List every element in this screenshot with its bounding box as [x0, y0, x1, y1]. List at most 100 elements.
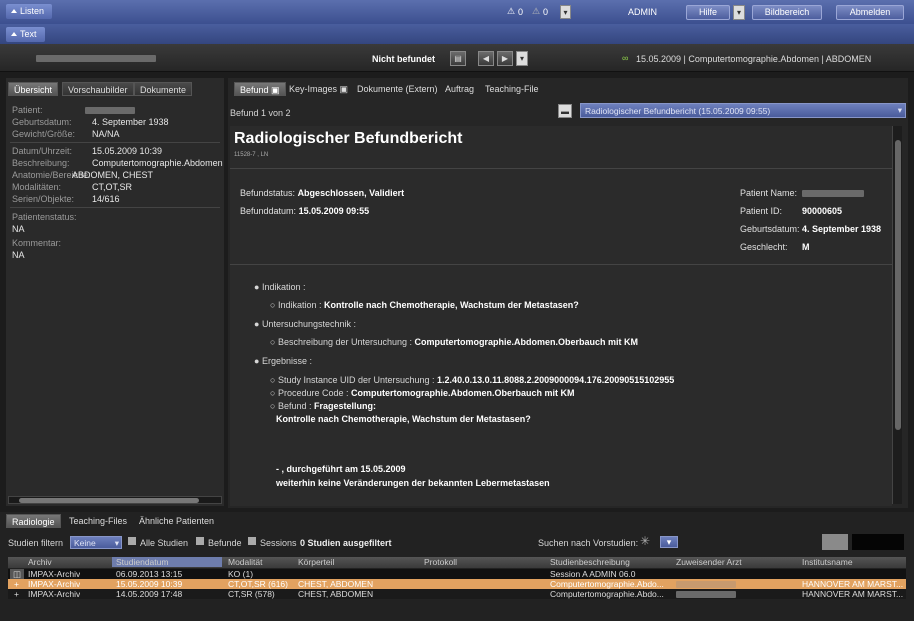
session-icon: ◫	[10, 569, 24, 579]
sex-label: Geschlecht:	[740, 242, 788, 252]
report-title: Radiologischer Befundbericht	[234, 130, 463, 147]
loading-icon: ✳	[640, 534, 651, 548]
expand-icon[interactable]: +	[14, 589, 19, 599]
search-prior-dropdown[interactable]: ▾	[660, 536, 678, 548]
tab-documents[interactable]: Dokumente	[134, 82, 193, 96]
field-label: Modalitäten:	[12, 182, 62, 192]
report-select[interactable]: Radiologischer Befundbericht (15.05.2009…	[580, 103, 906, 118]
section-label: Indikation :	[261, 282, 306, 292]
column-header[interactable]: Protokoll	[424, 557, 457, 567]
item-label: Befund :	[277, 401, 312, 411]
tab-similar-patients[interactable]: Ähnliche Patienten	[134, 514, 219, 528]
field-value: CT,OT,SR	[92, 182, 133, 192]
tab-report[interactable]: Befund ▣	[234, 82, 286, 96]
patient-id-value: 90000605	[802, 206, 843, 216]
field-label: Datum/Uhrzeit:	[12, 146, 73, 156]
help-dropdown-button[interactable]: ▾	[733, 5, 745, 20]
reports-checkbox[interactable]	[196, 537, 204, 545]
cell-modality: CT,OT,SR (616)	[228, 579, 288, 589]
cell-modality: CT,SR (578)	[228, 589, 275, 599]
text-tab[interactable]: Text	[6, 27, 45, 42]
alert-count-1: 0	[518, 7, 524, 17]
tab-key-images[interactable]: Key-Images ▣	[284, 82, 353, 96]
all-studies-checkbox[interactable]	[128, 537, 136, 545]
results-finding-text: Kontrolle nach Chemotherapie, Wachstum d…	[276, 414, 531, 424]
table-row[interactable]: + IMPAX-Archiv 15.05.2009 10:39 CT,OT,SR…	[8, 579, 906, 589]
nav-dropdown-button[interactable]: ▾	[516, 51, 528, 66]
horizontal-scrollbar[interactable]	[8, 496, 222, 504]
comment-label: Kommentar:	[12, 238, 62, 248]
patient-row: Patient:	[12, 105, 136, 116]
field-label: Patient:	[12, 105, 43, 115]
patient-sex: Geschlecht: M	[740, 242, 810, 252]
report-select-value: Radiologischer Befundbericht (15.05.2009…	[585, 106, 771, 116]
field-value: Computertomographie.Abdomen	[92, 158, 223, 168]
report-state: Nicht befundet	[372, 54, 435, 64]
column-header[interactable]: Institutsname	[802, 557, 853, 567]
tab-external-documents[interactable]: Dokumente (Extern)	[352, 82, 443, 96]
field-value: 15.05.2009 10:39	[92, 146, 163, 156]
field-value: 14/616	[92, 194, 120, 204]
warning-icon[interactable]: ⚠	[532, 6, 540, 17]
tab-order[interactable]: Auftrag	[440, 82, 479, 96]
column-header[interactable]: Zuweisender Arzt	[676, 557, 742, 567]
finding-summary: weiterhin keine Veränderungen der bekann…	[276, 478, 550, 488]
study-info: 15.05.2009 | Computertomographie.Abdomen…	[636, 54, 872, 64]
expand-icon[interactable]: +	[14, 579, 19, 589]
sessions-checkbox[interactable]	[248, 537, 256, 545]
tab-thumbnails[interactable]: Vorschaubilder	[62, 82, 134, 96]
series-row: Serien/Objekte: 14/616	[12, 194, 120, 205]
column-header[interactable]: Studienbeschreibung	[550, 557, 630, 567]
column-header[interactable]: Modalität	[228, 557, 263, 567]
patient-id-label: Patient ID:	[740, 206, 783, 216]
document-icon[interactable]: ▤	[450, 51, 466, 66]
logout-button[interactable]: Abmelden	[836, 5, 904, 20]
image-area-button[interactable]: Bildbereich	[752, 5, 822, 20]
column-header[interactable]: Körperteil	[298, 557, 334, 567]
tab-key-images-label: Key-Images	[289, 84, 338, 94]
patient-status-value: NA	[12, 224, 25, 234]
tab-radiology[interactable]: Radiologie	[6, 514, 61, 528]
filter-select[interactable]: Keine ▾	[70, 536, 122, 549]
tab-report-label: Befund	[240, 85, 269, 95]
tab-teaching-file[interactable]: Teaching-File	[480, 82, 544, 96]
report-pager: Befund 1 von 2	[230, 108, 291, 118]
cell-archive: IMPAX-Archiv	[28, 579, 81, 589]
field-label: Gewicht/Größe:	[12, 129, 76, 139]
item-value: Kontrolle nach Chemotherapie, Wachstum d…	[323, 300, 579, 310]
tab-teaching-files[interactable]: Teaching-Files	[64, 514, 132, 528]
text-tab-label: Text	[20, 29, 37, 39]
field-label: Beschreibung:	[12, 158, 70, 168]
field-value: NA/NA	[92, 129, 120, 139]
item-value: Fragestellung:	[313, 401, 376, 411]
reports-label: Befunde	[208, 538, 242, 548]
cell-institution: HANNOVER AM MARST...	[802, 589, 904, 599]
next-button[interactable]: ▶	[497, 51, 513, 66]
table-row[interactable]: + IMPAX-Archiv 14.05.2009 17:48 CT,SR (5…	[8, 589, 906, 599]
tab-radiology-label: Radiologie	[12, 517, 55, 527]
print-icon[interactable]: ▬	[558, 104, 572, 118]
listen-tab[interactable]: Listen	[6, 4, 53, 19]
report-document: Radiologischer Befundbericht 11528-7 , L…	[230, 126, 892, 506]
alerts-dropdown-button[interactable]: ▾	[560, 5, 571, 19]
tab-overview[interactable]: Übersicht	[8, 82, 59, 96]
warning-icon[interactable]: ⚠	[507, 6, 515, 17]
preview-box-dark	[852, 534, 904, 550]
column-header[interactable]: Studiendatum	[112, 557, 222, 567]
modalities-row: Modalitäten: CT,OT,SR	[12, 182, 132, 193]
help-button[interactable]: Hilfe	[686, 5, 730, 20]
chevron-down-icon: ▾	[114, 538, 119, 548]
field-value: 4. September 1938	[92, 117, 169, 127]
vertical-scrollbar[interactable]	[892, 126, 902, 504]
section-results: ● Ergebnisse :	[254, 356, 312, 366]
scrollbar-thumb[interactable]	[19, 498, 199, 503]
table-row[interactable]: ◫ IMPAX-Archiv 06.09.2013 13:15 KO (1) S…	[8, 569, 906, 579]
image-icon: ▣	[339, 84, 349, 94]
scrollbar-thumb[interactable]	[895, 140, 901, 430]
report-date: Befunddatum: 15.05.2009 09:55	[240, 206, 369, 216]
column-header[interactable]: Archiv	[28, 557, 52, 567]
tab-similar-patients-label: Ähnliche Patienten	[139, 516, 215, 526]
previous-button[interactable]: ◀	[478, 51, 494, 66]
tab-teaching-files-label: Teaching-Files	[69, 516, 128, 526]
field-value: ABDOMEN, CHEST	[72, 170, 154, 180]
